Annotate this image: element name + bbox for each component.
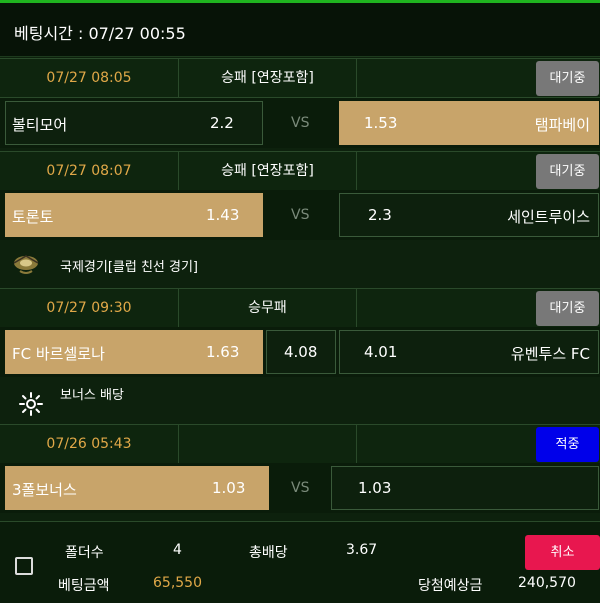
vs-label: VS [291,207,310,223]
league-name: 보너스 배당 [60,388,124,403]
status-badge: 적중 [536,427,599,462]
game-header: 07/26 05:43 적중 [0,424,600,464]
away-odds-button[interactable]: 2.3 세인트루이스 [339,193,599,237]
bet-type [179,425,357,463]
away-odds-button[interactable]: 1.53 탬파베이 [339,101,599,145]
bet-amount-label: 베팅금액 [58,578,110,594]
game-row: 볼티모어 2.2 VS 1.53 탬파베이 [0,98,600,148]
total-odds-label: 총배당 [249,545,288,561]
league-name: 국제경기[클럽 친선 경기] [60,260,199,275]
bonus-sun-icon [19,392,43,416]
total-odds-value: 3.67 [346,542,378,558]
vs-label: VS [291,480,310,496]
expected-win-label: 당첨예상금 [418,578,483,594]
bet-amount-value: 65,550 [153,575,202,591]
game-time: 07/27 08:05 [0,59,179,97]
away-team-name: 유벤투스 FC [510,345,590,363]
away-odd: 1.03 [358,479,392,497]
home-team-name: 볼티모어 [12,116,68,134]
home-team-name: 3폴보너스 [12,481,77,499]
away-odd: 2.3 [368,206,392,224]
away-odd: 1.53 [364,114,398,132]
home-odds-button[interactable]: 3폴보너스 1.03 [5,466,269,510]
away-team-name: 탬파베이 [534,116,590,134]
away-odds-button[interactable]: 1.03 [331,466,599,510]
folder-count-label: 폴더수 [65,545,104,561]
game-header: 07/27 09:30 승무패 대기중 [0,288,600,328]
home-odd: 1.03 [212,479,246,497]
bet-type: 승패 [연장포함] [179,59,357,97]
folder-count-value: 4 [173,542,182,558]
home-odd: 2.2 [210,114,234,132]
draw-odd: 4.08 [284,343,318,361]
page-header: 베팅시간 : 07/27 00:55 [0,3,600,57]
bet-type: 승패 [연장포함] [179,152,357,190]
home-team-name: 토론토 [12,208,54,226]
expected-win-value: 240,570 [518,575,576,591]
home-team-name: FC 바르셀로나 [12,345,105,363]
home-odds-button[interactable]: FC 바르셀로나 1.63 [5,330,263,374]
game-time: 07/27 08:07 [0,152,179,190]
away-team-name: 세인트루이스 [507,208,590,226]
game-time: 07/26 05:43 [0,425,179,463]
game-row: FC 바르셀로나 1.63 4.08 4.01 유벤투스 FC [0,327,600,377]
home-odds-button[interactable]: 볼티모어 2.2 [5,101,263,145]
home-odd: 1.63 [206,343,240,361]
game-header: 07/27 08:05 승패 [연장포함] 대기중 [0,58,600,98]
bet-summary: 폴더수 4 총배당 3.67 취소 베팅금액 65,550 당첨예상금 240,… [0,521,600,603]
league-row: 보너스 배당 [0,378,600,428]
game-row: 토론토 1.43 VS 2.3 세인트루이스 [0,190,600,240]
away-odds-button[interactable]: 4.01 유벤투스 FC [339,330,599,374]
game-row: 3폴보너스 1.03 VS 1.03 [0,463,600,513]
away-odd: 4.01 [364,343,398,361]
cancel-button[interactable]: 취소 [525,535,600,570]
vs-label: VS [291,115,310,131]
checkbox-icon[interactable] [15,557,33,575]
draw-odds-button[interactable]: 4.08 [266,330,336,374]
league-row: 국제경기[클럽 친선 경기] [0,241,600,291]
status-badge: 대기중 [536,291,599,326]
soccer-ball-icon [13,255,39,274]
game-header: 07/27 08:07 승패 [연장포함] 대기중 [0,151,600,191]
home-odds-button[interactable]: 토론토 1.43 [5,193,263,237]
bet-time-title: 베팅시간 : 07/27 00:55 [14,24,186,43]
status-badge: 대기중 [536,154,599,189]
status-badge: 대기중 [536,61,599,96]
game-time: 07/27 09:30 [0,289,179,327]
home-odd: 1.43 [206,206,240,224]
bet-type: 승무패 [179,289,357,327]
